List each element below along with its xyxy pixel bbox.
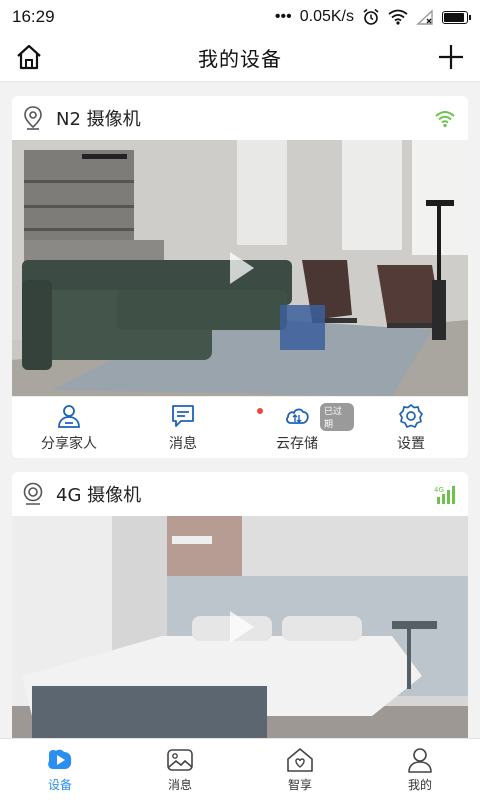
add-device-icon[interactable] xyxy=(436,42,466,72)
status-time: 16:29 xyxy=(12,7,55,26)
settings-button[interactable]: 设置 xyxy=(354,397,468,458)
svg-text:4G: 4G xyxy=(434,486,444,494)
page-title: 我的设备 xyxy=(198,47,282,71)
no-signal-icon xyxy=(416,9,433,25)
camera-round-icon xyxy=(23,482,43,505)
nav-messages-label: 消息 xyxy=(167,778,192,792)
cellular-4g-icon: 4G xyxy=(434,486,455,504)
share-family-label: 分享家人 xyxy=(41,435,97,452)
camera-preview-living-room[interactable] xyxy=(12,140,468,396)
cloud-icon xyxy=(286,408,309,424)
share-family-button[interactable]: 分享家人 xyxy=(12,397,126,458)
device-card-n2[interactable]: N2 摄像机 分享家人 消息 已过期 云存储 设置 xyxy=(12,96,468,458)
camera-preview-bedroom[interactable] xyxy=(12,516,468,738)
device-actions: 分享家人 消息 已过期 云存储 设置 xyxy=(12,396,468,458)
gear-icon xyxy=(399,403,423,428)
message-icon xyxy=(172,404,194,427)
status-bar: 16:29 ••• 0.05K/s xyxy=(0,0,480,34)
alarm-icon xyxy=(363,8,379,25)
share-user-icon xyxy=(58,404,80,428)
wifi-icon xyxy=(435,111,455,128)
battery-icon xyxy=(442,10,471,24)
bottom-navigation: 设备 消息 智享 我的 xyxy=(0,738,480,800)
image-icon xyxy=(167,749,193,771)
device-card-header: 4G 摄像机 4G xyxy=(12,472,468,516)
messages-label: 消息 xyxy=(169,435,197,452)
nav-messages[interactable]: 消息 xyxy=(120,739,240,800)
device-name: N2 摄像机 xyxy=(56,109,141,130)
wifi-status-icon xyxy=(388,9,408,25)
messages-button[interactable]: 消息 xyxy=(126,397,263,458)
nav-smart-label: 智享 xyxy=(287,778,312,792)
expired-badge: 已过期 xyxy=(320,403,354,431)
settings-label: 设置 xyxy=(397,435,425,452)
more-dots-icon: ••• xyxy=(274,8,292,25)
nav-devices[interactable]: 设备 xyxy=(0,739,120,800)
cloud-storage-button[interactable]: 已过期 云存储 xyxy=(240,397,354,458)
nav-devices-label: 设备 xyxy=(47,778,72,792)
device-name: 4G 摄像机 xyxy=(56,485,142,506)
network-speed: 0.05K/s xyxy=(299,8,354,25)
nav-smart[interactable]: 智享 xyxy=(240,739,360,800)
device-card-4g[interactable]: 4G 摄像机 4G xyxy=(12,472,468,738)
person-icon xyxy=(408,748,432,773)
nav-mine-label: 我的 xyxy=(407,778,432,792)
home-icon[interactable] xyxy=(14,42,44,72)
play-overlay-icon[interactable] xyxy=(220,607,260,647)
device-card-header: N2 摄像机 xyxy=(12,96,468,140)
cloud-storage-label: 云存储 xyxy=(276,435,318,452)
play-overlay-icon[interactable] xyxy=(220,248,260,288)
nav-mine[interactable]: 我的 xyxy=(360,739,480,800)
top-bar: 我的设备 xyxy=(0,34,480,82)
heart-home-icon xyxy=(287,748,313,772)
play-icon xyxy=(48,749,72,769)
camera-location-icon xyxy=(24,106,42,130)
